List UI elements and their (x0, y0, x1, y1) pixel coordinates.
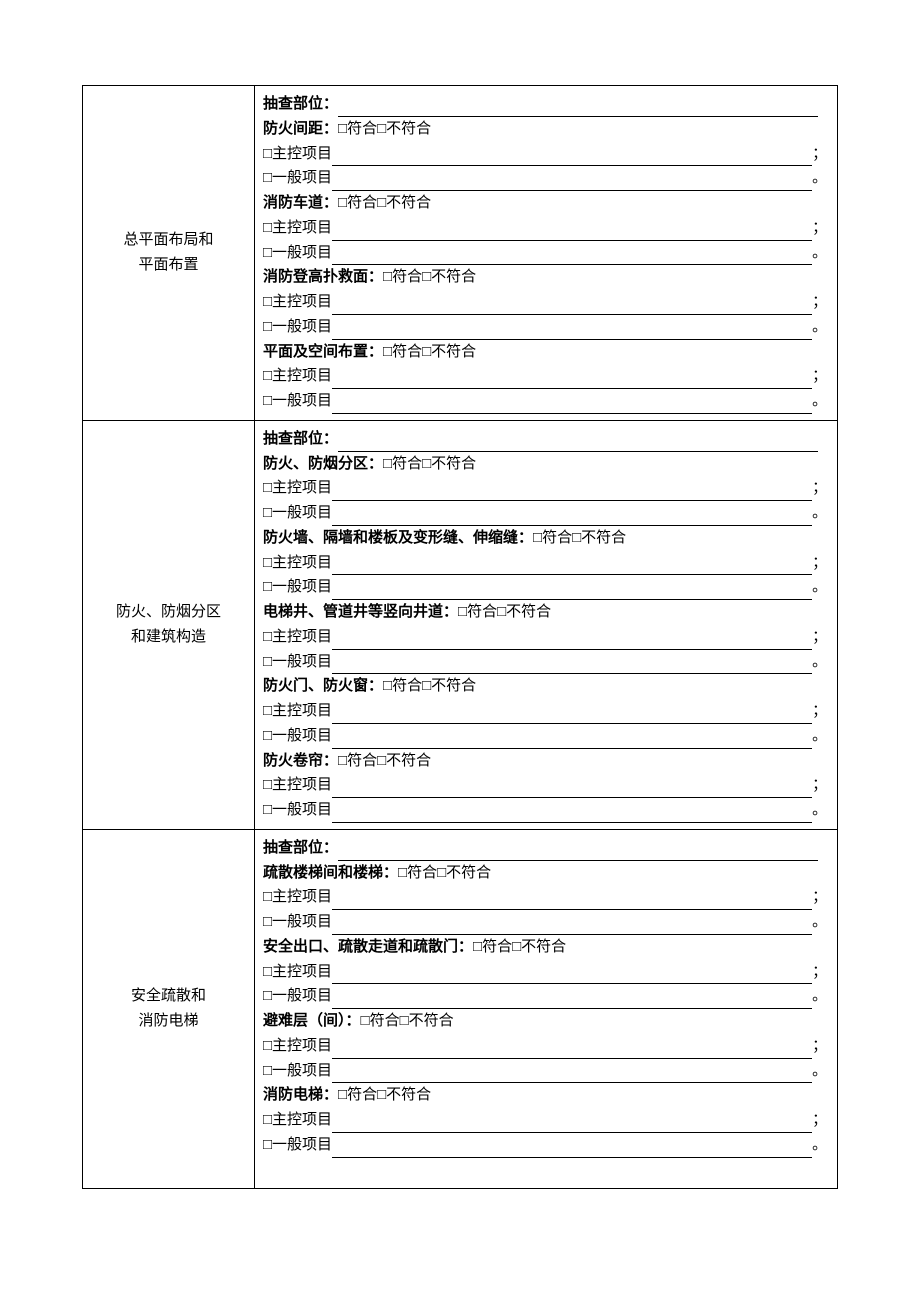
general-item-prefix[interactable]: □一般项目 (263, 245, 332, 261)
punct: ； (812, 146, 827, 162)
inspect-site-label: 抽查部位： (263, 96, 338, 112)
general-item-prefix[interactable]: □一般项目 (263, 393, 332, 409)
item-title: 消防车道： (263, 195, 338, 211)
inspection-table: 总平面布局和平面布置抽查部位：防火间距：□符合□不符合□主控项目；□一般项目。消… (82, 85, 838, 1189)
punct: 。 (812, 393, 827, 409)
compliance-options[interactable]: □符合□不符合 (338, 1087, 431, 1103)
general-item-prefix[interactable]: □一般项目 (263, 1137, 332, 1153)
general-item-prefix[interactable]: □一般项目 (263, 654, 332, 670)
compliance-options[interactable]: □符合□不符合 (473, 939, 566, 955)
main-item-prefix[interactable]: □主控项目 (263, 964, 332, 980)
compliance-options[interactable]: □符合□不符合 (383, 269, 476, 285)
punct: 。 (812, 728, 827, 744)
main-item-prefix[interactable]: □主控项目 (263, 368, 332, 384)
compliance-options[interactable]: □符合□不符合 (533, 530, 626, 546)
punct: 。 (812, 988, 827, 1004)
punct: 。 (812, 245, 827, 261)
punct: ； (812, 777, 827, 793)
compliance-options[interactable]: □符合□不符合 (338, 753, 431, 769)
punct: ； (812, 889, 827, 905)
general-item-prefix[interactable]: □一般项目 (263, 579, 332, 595)
punct: ； (812, 368, 827, 384)
general-item-prefix[interactable]: □一般项目 (263, 170, 332, 186)
punct: 。 (812, 1063, 827, 1079)
main-item-prefix[interactable]: □主控项目 (263, 146, 332, 162)
general-item-prefix[interactable]: □一般项目 (263, 988, 332, 1004)
item-title: 防火卷帘： (263, 753, 338, 769)
compliance-options[interactable]: □符合□不符合 (383, 344, 476, 360)
compliance-options[interactable]: □符合□不符合 (383, 678, 476, 694)
item-title: 疏散楼梯间和楼梯： (263, 865, 398, 881)
punct: 。 (812, 914, 827, 930)
punct: ； (812, 703, 827, 719)
main-item-prefix[interactable]: □主控项目 (263, 480, 332, 496)
punct: ； (812, 220, 827, 236)
section-content: 抽查部位：疏散楼梯间和楼梯：□符合□不符合□主控项目；□一般项目。安全出口、疏散… (255, 829, 838, 1189)
main-item-prefix[interactable]: □主控项目 (263, 629, 332, 645)
general-item-prefix[interactable]: □一般项目 (263, 802, 332, 818)
punct: ； (812, 555, 827, 571)
general-item-prefix[interactable]: □一般项目 (263, 728, 332, 744)
general-item-prefix[interactable]: □一般项目 (263, 319, 332, 335)
item-title: 电梯井、管道井等竖向井道： (263, 604, 458, 620)
section-content: 抽查部位：防火、防烟分区：□符合□不符合□主控项目；□一般项目。防火墙、隔墙和楼… (255, 420, 838, 829)
item-title: 消防电梯： (263, 1087, 338, 1103)
general-item-prefix[interactable]: □一般项目 (263, 505, 332, 521)
compliance-options[interactable]: □符合□不符合 (383, 456, 476, 472)
item-title: 避难层（间）： (263, 1013, 361, 1029)
main-item-prefix[interactable]: □主控项目 (263, 555, 332, 571)
section-content: 抽查部位：防火间距：□符合□不符合□主控项目；□一般项目。消防车道：□符合□不符… (255, 86, 838, 421)
main-item-prefix[interactable]: □主控项目 (263, 889, 332, 905)
item-title: 安全出口、疏散走道和疏散门： (263, 939, 473, 955)
punct: 。 (812, 1137, 827, 1153)
inspect-site-label: 抽查部位： (263, 840, 338, 856)
punct: ； (812, 964, 827, 980)
punct: 。 (812, 802, 827, 818)
main-item-prefix[interactable]: □主控项目 (263, 294, 332, 310)
punct: ； (812, 1112, 827, 1128)
inspect-site-label: 抽查部位： (263, 431, 338, 447)
punct: 。 (812, 170, 827, 186)
punct: ； (812, 480, 827, 496)
main-item-prefix[interactable]: □主控项目 (263, 1112, 332, 1128)
section-label: 防火、防烟分区和建筑构造 (83, 420, 255, 829)
general-item-prefix[interactable]: □一般项目 (263, 914, 332, 930)
item-title: 防火间距： (263, 121, 338, 137)
punct: 。 (812, 505, 827, 521)
item-title: 消防登高扑救面： (263, 269, 383, 285)
section-label: 安全疏散和消防电梯 (83, 829, 255, 1189)
punct: ； (812, 629, 827, 645)
main-item-prefix[interactable]: □主控项目 (263, 703, 332, 719)
main-item-prefix[interactable]: □主控项目 (263, 777, 332, 793)
compliance-options[interactable]: □符合□不符合 (458, 604, 551, 620)
punct: 。 (812, 319, 827, 335)
punct: 。 (812, 579, 827, 595)
main-item-prefix[interactable]: □主控项目 (263, 220, 332, 236)
punct: ； (812, 294, 827, 310)
compliance-options[interactable]: □符合□不符合 (398, 865, 491, 881)
punct: ； (812, 1038, 827, 1054)
item-title: 防火墙、隔墙和楼板及变形缝、伸缩缝： (263, 530, 533, 546)
main-item-prefix[interactable]: □主控项目 (263, 1038, 332, 1054)
item-title: 平面及空间布置： (263, 344, 383, 360)
compliance-options[interactable]: □符合□不符合 (338, 195, 431, 211)
general-item-prefix[interactable]: □一般项目 (263, 1063, 332, 1079)
compliance-options[interactable]: □符合□不符合 (361, 1013, 454, 1029)
item-title: 防火门、防火窗： (263, 678, 383, 694)
punct: 。 (812, 654, 827, 670)
item-title: 防火、防烟分区： (263, 456, 383, 472)
compliance-options[interactable]: □符合□不符合 (338, 121, 431, 137)
section-label: 总平面布局和平面布置 (83, 86, 255, 421)
